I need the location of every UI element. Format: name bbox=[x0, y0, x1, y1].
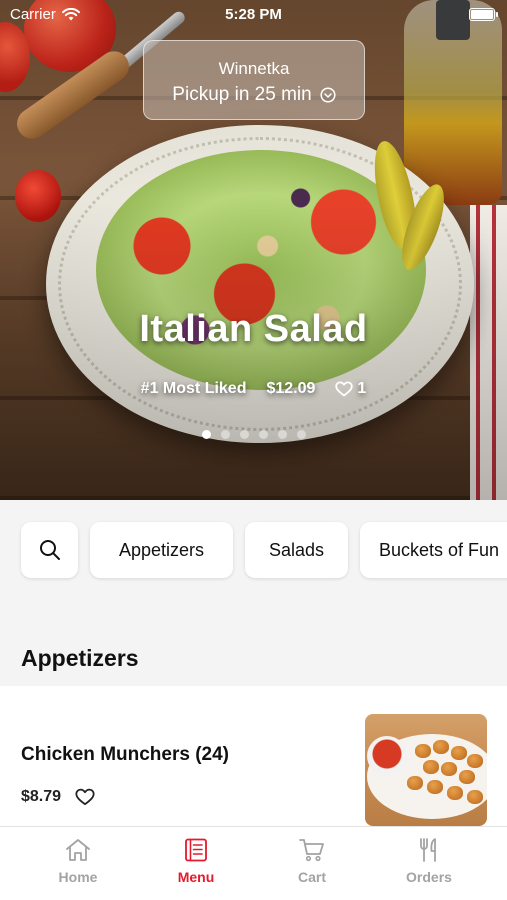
location-selector[interactable]: Winnetka Pickup in 25 min bbox=[143, 40, 365, 120]
tab-cart-label: Cart bbox=[297, 869, 326, 885]
home-icon bbox=[66, 839, 90, 861]
carousel-dot[interactable] bbox=[258, 430, 268, 439]
battery-icon bbox=[469, 8, 498, 21]
featured-price: $12.09 bbox=[266, 380, 316, 397]
chili-image bbox=[15, 170, 61, 222]
category-bar: Appetizers Salads Buckets of Fun bbox=[0, 500, 507, 600]
carousel-dot[interactable] bbox=[296, 430, 306, 439]
featured-tag: #1 Most Liked bbox=[140, 380, 247, 397]
tab-orders[interactable]: Orders bbox=[379, 837, 479, 885]
carousel-dot[interactable] bbox=[201, 430, 211, 439]
nugget-image bbox=[459, 770, 475, 784]
category-chip-salads[interactable]: Salads bbox=[245, 522, 348, 578]
fork-knife-icon bbox=[420, 838, 436, 862]
nugget-image bbox=[447, 786, 463, 800]
pickup-label: Pickup in 25 min bbox=[172, 84, 312, 105]
nugget-image bbox=[441, 762, 457, 776]
tab-home-label: Home bbox=[58, 869, 98, 885]
search-icon bbox=[39, 540, 60, 560]
heart-icon bbox=[335, 381, 354, 397]
cart-icon bbox=[299, 839, 324, 862]
search-button[interactable] bbox=[21, 522, 78, 578]
nugget-image bbox=[407, 776, 423, 790]
menu-item-name: Chicken Munchers (24) bbox=[21, 744, 229, 765]
carousel-indicator[interactable] bbox=[0, 430, 507, 439]
nugget-image bbox=[415, 744, 431, 758]
category-chip-buckets-of-fun[interactable]: Buckets of Fun bbox=[360, 522, 507, 578]
tab-menu-label: Menu bbox=[177, 869, 215, 885]
tab-home[interactable]: Home bbox=[28, 837, 128, 885]
menu-item-card[interactable]: Chicken Munchers (24) $8.79 bbox=[0, 686, 507, 826]
menu-item-price: $8.79 bbox=[21, 788, 62, 805]
tab-cart[interactable]: Cart bbox=[262, 837, 362, 885]
tab-orders-label: Orders bbox=[406, 869, 452, 885]
location-city: Winnetka bbox=[218, 59, 290, 78]
nugget-image bbox=[433, 740, 449, 754]
pickup-time: Pickup in 25 min bbox=[144, 84, 364, 106]
nugget-image bbox=[451, 746, 467, 760]
thumb-sauce bbox=[367, 736, 407, 776]
nugget-image bbox=[427, 780, 443, 794]
tab-bar: Home Menu Cart Orders bbox=[0, 826, 507, 900]
nugget-image bbox=[423, 760, 439, 774]
featured-likes-count: 1 bbox=[357, 380, 367, 397]
carousel-dot[interactable] bbox=[277, 430, 287, 439]
nugget-image bbox=[467, 754, 483, 768]
heart-icon[interactable] bbox=[75, 788, 95, 806]
featured-likes[interactable]: 1 bbox=[335, 380, 366, 398]
chevron-down-circle-icon bbox=[320, 87, 336, 103]
featured-item[interactable]: Italian Salad #1 Most Liked $12.09 1 bbox=[0, 308, 507, 397]
tab-menu[interactable]: Menu bbox=[146, 837, 246, 885]
napkin-image bbox=[470, 205, 507, 500]
clock: 5:28 PM bbox=[225, 6, 282, 23]
carousel-dot[interactable] bbox=[220, 430, 230, 439]
featured-item-name: Italian Salad bbox=[139, 308, 368, 350]
carousel-dot[interactable] bbox=[239, 430, 249, 439]
section-title: Appetizers bbox=[21, 645, 139, 671]
menu-item-price-row: $8.79 bbox=[21, 788, 95, 806]
status-bar: Carrier 5:28 PM bbox=[0, 0, 507, 30]
category-chip-appetizers[interactable]: Appetizers bbox=[90, 522, 233, 578]
featured-item-meta: #1 Most Liked $12.09 1 bbox=[0, 380, 507, 398]
menu-icon bbox=[185, 838, 207, 862]
nugget-image bbox=[467, 790, 483, 804]
menu-item-image[interactable] bbox=[365, 714, 487, 826]
